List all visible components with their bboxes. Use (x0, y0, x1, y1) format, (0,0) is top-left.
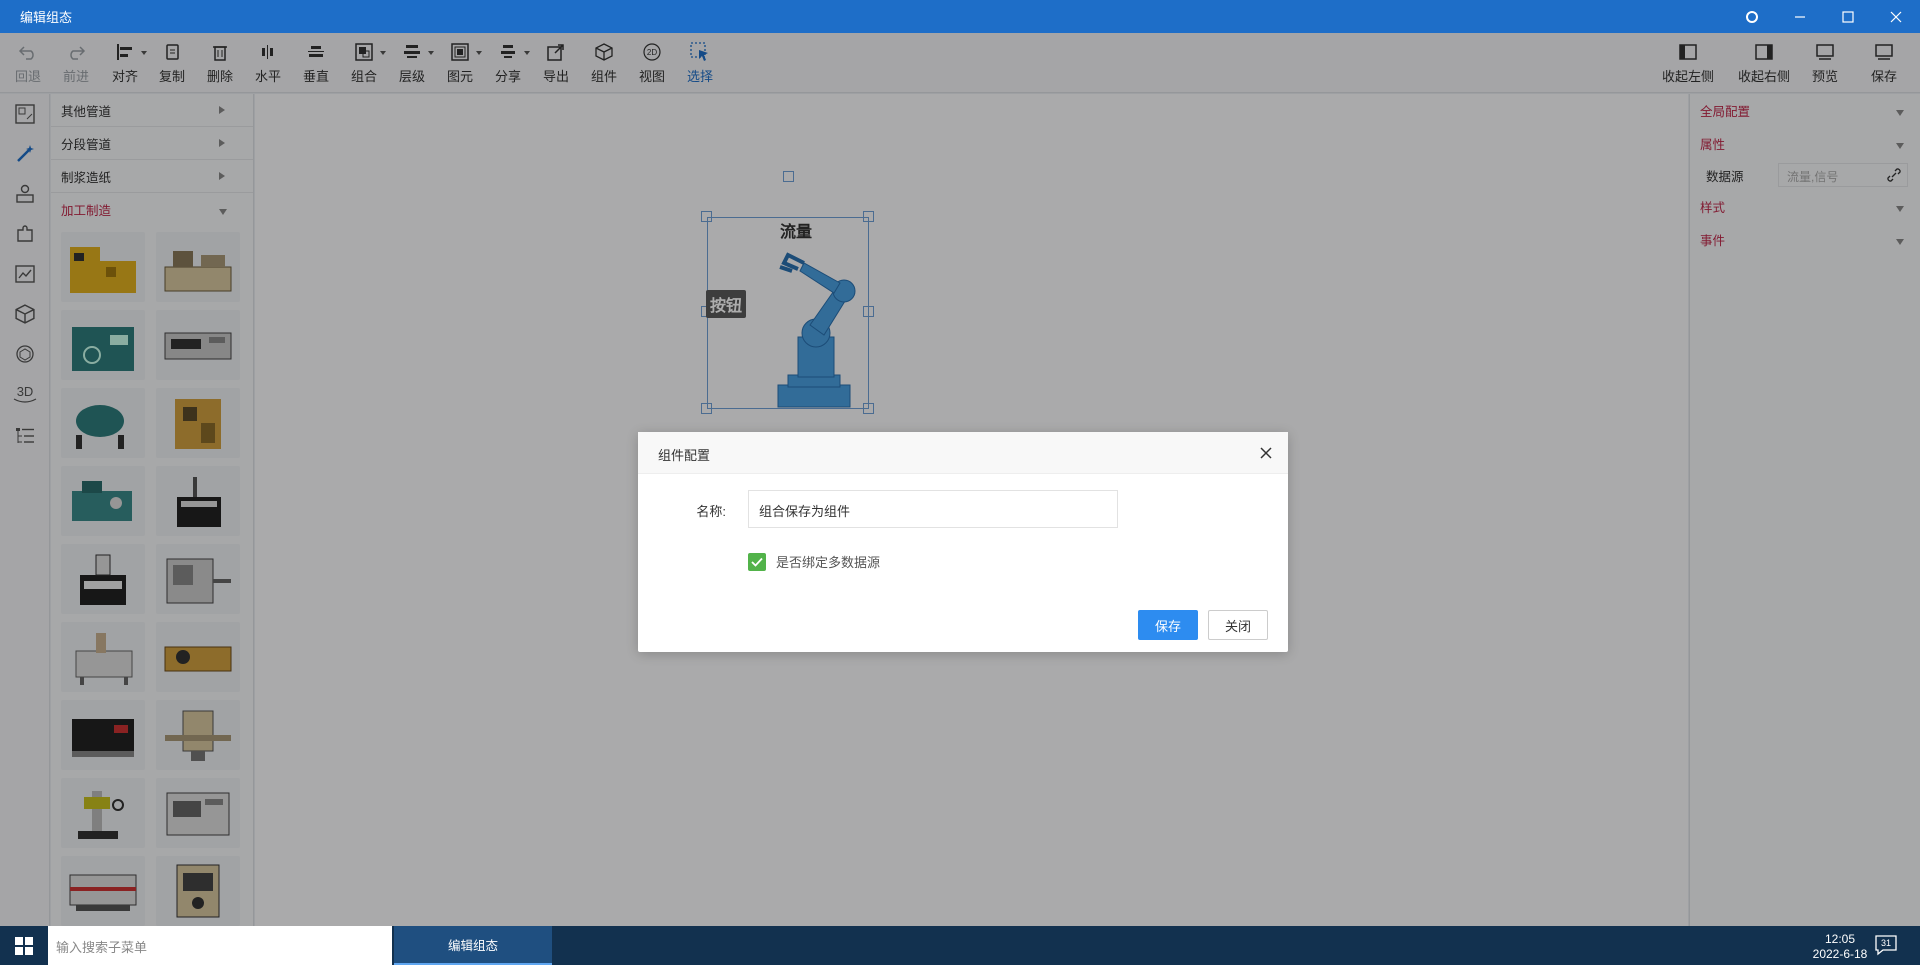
minimize-button[interactable] (1776, 0, 1824, 33)
taskbar-app-tab[interactable]: 编辑组态 (394, 926, 552, 965)
checkbox-label: 是否绑定多数据源 (776, 555, 881, 570)
close-icon[interactable] (1258, 445, 1274, 461)
component-config-dialog: 组件配置 名称: 组合保存为组件 是否绑定多数据源 保存 关闭 (638, 432, 1288, 652)
checkbox-checked[interactable] (748, 552, 766, 571)
taskbar-search-input[interactable]: 输入搜索子菜单 (48, 926, 392, 965)
windows-start-icon[interactable] (0, 926, 48, 965)
cancel-button[interactable]: 关闭 (1208, 610, 1268, 640)
name-label: 名称: (696, 504, 726, 519)
name-row: 名称: 组合保存为组件 (638, 490, 1288, 528)
notification-count: 31 (1881, 938, 1891, 948)
name-input[interactable]: 组合保存为组件 (748, 490, 1118, 528)
dialog-title: 组件配置 (658, 448, 711, 463)
settings-icon[interactable] (1728, 0, 1776, 33)
notification-icon[interactable]: 31 (1874, 933, 1898, 957)
maximize-button[interactable] (1824, 0, 1872, 33)
dialog-header: 组件配置 (638, 432, 1288, 474)
window-controls (1728, 0, 1920, 33)
close-window-button[interactable] (1872, 0, 1920, 33)
save-button[interactable]: 保存 (1138, 610, 1198, 640)
window-title: 编辑组态 (20, 10, 73, 25)
multi-datasource-option[interactable]: 是否绑定多数据源 (748, 552, 880, 571)
title-bar: 编辑组态 (0, 0, 1920, 33)
taskbar: 输入搜索子菜单 编辑组态 12:05 2022-6-18 31 (0, 926, 1920, 965)
